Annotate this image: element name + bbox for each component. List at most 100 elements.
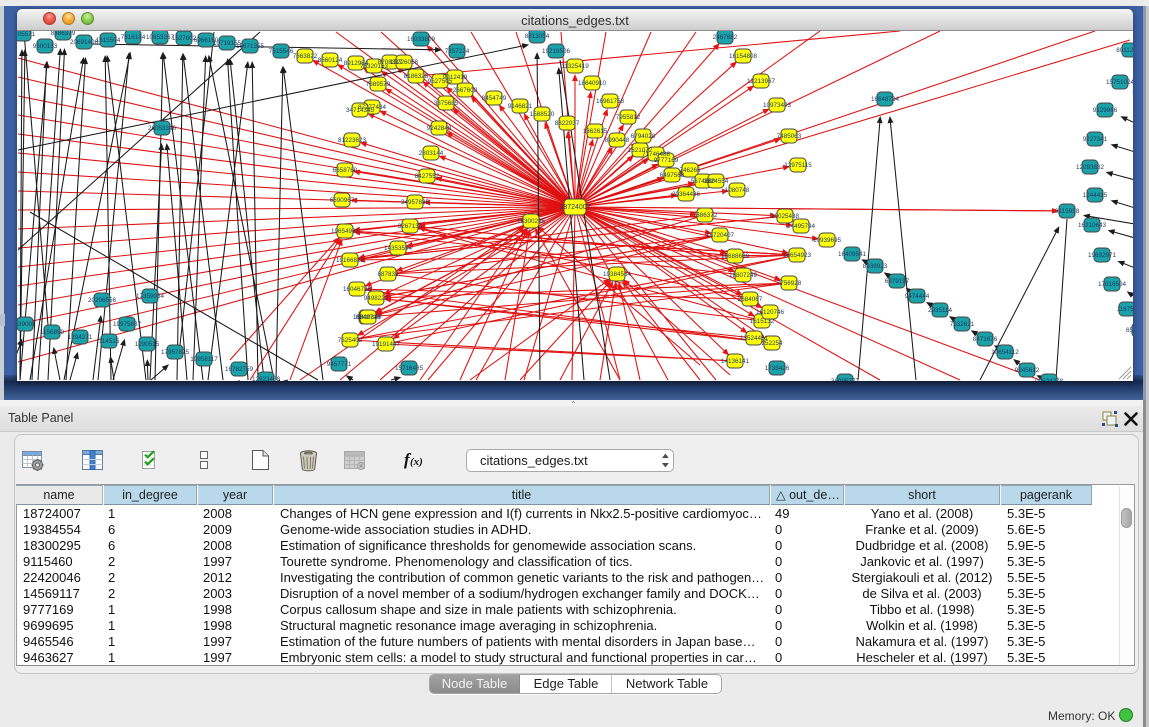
svg-text:19218506: 19218506 [542,48,571,55]
svg-text:(x): (x) [410,456,423,468]
svg-text:8322037: 8322037 [555,120,580,127]
svg-text:9600133: 9600133 [33,43,58,50]
svg-text:7625402: 7625402 [338,337,363,344]
svg-text:20691406: 20691406 [70,39,99,46]
svg-text:7663822: 7663822 [293,53,318,60]
svg-text:1294271: 1294271 [68,334,93,341]
svg-text:34714345: 34714345 [346,107,375,114]
svg-text:16961758: 16961758 [596,98,625,105]
svg-text:2487682: 2487682 [713,34,738,41]
svg-text:19692971: 19692971 [1088,252,1117,259]
svg-text:2405571: 2405571 [17,31,36,38]
svg-text:1362615: 1362615 [583,128,608,135]
svg-text:15226058: 15226058 [390,59,419,66]
svg-text:18654923: 18654923 [783,252,812,259]
svg-text:252254: 252254 [761,340,783,347]
svg-text:8386379: 8386379 [51,31,76,37]
svg-text:16120746: 16120746 [756,309,785,316]
svg-text:887833: 887833 [377,271,399,278]
svg-text:7357224: 7357224 [445,48,470,55]
svg-text:34957885: 34957885 [401,199,430,206]
svg-text:7816184: 7816184 [121,34,146,41]
svg-text:839001: 839001 [17,321,36,328]
svg-text:6794028: 6794028 [631,133,656,140]
svg-text:18807249: 18807249 [729,272,758,279]
svg-text:20206556: 20206556 [88,297,117,304]
svg-text:12093832: 12093832 [1076,164,1105,171]
svg-text:1588520: 1588520 [530,111,555,118]
svg-text:9245612: 9245612 [1015,367,1040,374]
svg-text:9474444: 9474444 [905,293,930,300]
svg-text:36995777: 36995777 [831,378,860,381]
svg-text:10654112: 10654112 [991,349,1019,356]
svg-text:19975887: 19975887 [113,321,142,328]
svg-text:10958117: 10958117 [190,356,218,363]
svg-text:114515: 114515 [99,338,120,345]
svg-text:7632621: 7632621 [950,321,975,328]
svg-text:80112805: 80112805 [1116,47,1133,54]
svg-text:16782759: 16782759 [225,366,254,373]
svg-text:7515546: 7515546 [269,48,294,55]
svg-text:12923468: 12923468 [252,376,281,381]
svg-text:17359934: 17359934 [136,293,165,300]
svg-text:18724007: 18724007 [559,204,590,211]
svg-text:20364436: 20364436 [672,191,701,198]
svg-text:10688609: 10688609 [721,253,750,260]
svg-text:15751024: 15751024 [1106,79,1133,86]
svg-text:1615594: 1615594 [96,37,121,44]
svg-text:3267130: 3267130 [398,223,423,230]
svg-text:2684067: 2684067 [738,296,763,303]
svg-text:0842710: 0842710 [356,314,381,321]
svg-text:19166822: 19166822 [336,257,365,264]
svg-text:16033809: 16033809 [407,36,436,43]
svg-text:116753: 116753 [1117,306,1133,313]
svg-text:9457771: 9457771 [327,361,352,368]
svg-text:9227341: 9227341 [1083,136,1108,143]
svg-text:12975115: 12975115 [784,162,812,169]
svg-text:7889579: 7889579 [366,81,391,88]
svg-text:17957825: 17957825 [161,349,190,356]
svg-text:8813054: 8813054 [525,33,550,40]
svg-text:16210643: 16210643 [1078,222,1107,229]
svg-text:19654983: 19654983 [331,228,360,235]
svg-text:1290515: 1290515 [135,341,160,348]
svg-text:1156859: 1156859 [40,329,65,336]
svg-text:2667608: 2667608 [453,87,478,94]
svg-text:18640910: 18640910 [578,80,607,87]
svg-text:11325419: 11325419 [561,63,589,70]
svg-text:10025438: 10025438 [771,213,800,220]
svg-text:9146821: 9146821 [508,103,533,110]
svg-text:16409541: 16409541 [838,251,867,258]
svg-text:14353594: 14353594 [384,245,413,252]
svg-text:81223623: 81223623 [338,137,367,144]
svg-text:6690967: 6690967 [330,197,355,204]
svg-text:17016504: 17016504 [1098,281,1127,288]
svg-text:15720407: 15720407 [706,232,735,239]
svg-text:8454749: 8454749 [482,95,507,102]
svg-text:9912419: 9912419 [443,74,468,81]
svg-text:14136141: 14136141 [721,358,750,365]
svg-text:1615132: 1615132 [750,318,775,325]
svg-text:8186328: 8186328 [404,73,429,80]
svg-text:6879197: 6879197 [885,278,910,285]
svg-text:19384554: 19384554 [603,271,632,278]
svg-text:3824554: 3824554 [704,178,729,185]
svg-text:18300295: 18300295 [517,218,546,225]
svg-text:1080748: 1080748 [725,187,750,194]
svg-text:15716485: 15716485 [395,365,424,372]
svg-text:1244415: 1244415 [1083,192,1108,199]
svg-text:9498222: 9498222 [364,295,389,302]
svg-text:10939695: 10939695 [813,237,842,244]
svg-text:8427552: 8427552 [415,173,440,180]
svg-text:7485063: 7485063 [777,133,802,140]
svg-text:6658760: 6658760 [333,167,358,174]
svg-text:7386372: 7386372 [693,212,718,219]
svg-text:2803144: 2803144 [419,150,444,157]
svg-text:00524278: 00524278 [1035,378,1064,381]
svg-text:8660124: 8660124 [318,57,343,64]
svg-text:65648236: 65648236 [1126,327,1133,334]
svg-text:12213967: 12213967 [747,78,776,85]
svg-text:7955812: 7955812 [616,114,641,121]
svg-text:10653267: 10653267 [146,34,175,41]
svg-text:7756928: 7756928 [777,280,802,287]
